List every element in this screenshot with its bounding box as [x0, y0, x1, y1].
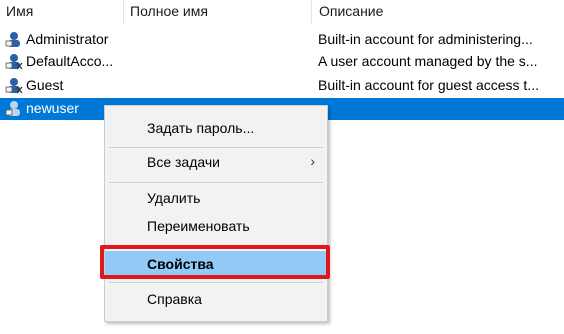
menu-item-set-password[interactable]: Задать пароль...	[105, 115, 327, 141]
menu-item-label: Удалить	[147, 190, 201, 206]
column-description-header[interactable]: Описание	[319, 3, 383, 19]
list-item-defaultaccount[interactable]: DefaultAcco... A user account managed by…	[0, 51, 564, 72]
context-menu: Задать пароль... Все задачи › Удалить Пе…	[104, 105, 328, 322]
user-name: Guest	[26, 77, 64, 93]
menu-separator	[109, 147, 323, 148]
user-description: Built-in account for guest access t...	[318, 77, 539, 93]
user-description: Built-in account for administering...	[318, 31, 533, 47]
menu-item-label: Все задачи	[147, 154, 220, 170]
user-icon	[5, 78, 23, 94]
column-name-header[interactable]: Имя	[6, 3, 33, 19]
menu-item-label: Задать пароль...	[147, 120, 255, 136]
menu-item-rename[interactable]: Переименовать	[105, 213, 327, 239]
menu-separator	[109, 282, 323, 283]
menu-item-delete[interactable]: Удалить	[105, 185, 327, 211]
column-fullname-header[interactable]: Полное имя	[130, 3, 208, 19]
menu-item-label: Справка	[147, 291, 202, 307]
menu-item-all-tasks[interactable]: Все задачи ›	[105, 149, 327, 175]
column-header: Имя Полное имя Описание	[0, 0, 564, 24]
chevron-right-icon: ›	[310, 153, 315, 169]
menu-item-help[interactable]: Справка	[105, 286, 327, 312]
user-name: Administrator	[26, 31, 109, 47]
annotation-highlight-box	[100, 245, 330, 279]
user-name: DefaultAcco...	[26, 53, 114, 69]
user-icon	[5, 32, 20, 47]
column-divider[interactable]	[123, 0, 124, 24]
menu-separator	[109, 182, 323, 183]
user-name: newuser	[26, 100, 79, 116]
user-icon	[5, 54, 23, 70]
list-item-administrator[interactable]: Administrator Built-in account for admin…	[0, 29, 564, 50]
user-icon	[5, 101, 20, 116]
user-description: A user account managed by the s...	[318, 53, 538, 69]
menu-item-label: Переименовать	[147, 218, 250, 234]
list-item-guest[interactable]: Guest Built-in account for guest access …	[0, 75, 564, 96]
column-divider[interactable]	[311, 0, 312, 24]
